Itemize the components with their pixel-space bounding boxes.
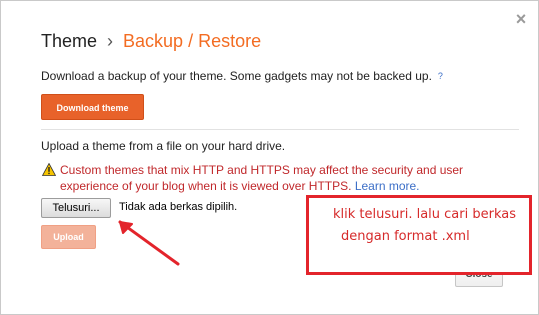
download-description-text: Download a backup of your theme. Some ga… (41, 69, 432, 83)
annotation-box: klik telusuri. lalu cari berkas dengan f… (306, 195, 532, 275)
download-theme-button[interactable]: Download theme (41, 94, 144, 120)
annotation-line-2: dengan format .xml (341, 229, 470, 244)
breadcrumb-theme[interactable]: Theme (41, 31, 97, 51)
breadcrumb: Theme › Backup / Restore (41, 31, 261, 52)
section-divider (41, 129, 519, 130)
download-description: Download a backup of your theme. Some ga… (41, 69, 443, 83)
annotation-line-1: klik telusuri. lalu cari berkas (333, 207, 516, 222)
browse-file-button[interactable]: Telusuri... (41, 198, 111, 218)
https-warning: Custom themes that mix HTTP and HTTPS ma… (60, 162, 500, 194)
file-status: Tidak ada berkas dipilih. (119, 201, 238, 213)
upload-description: Upload a theme from a file on your hard … (41, 139, 286, 153)
breadcrumb-separator: › (107, 31, 114, 51)
learn-more-link[interactable]: Learn more. (355, 179, 420, 193)
upload-button[interactable]: Upload (41, 225, 96, 249)
warning-triangle-icon (42, 163, 56, 176)
help-icon[interactable]: ? (438, 71, 443, 81)
close-icon[interactable]: × (513, 10, 529, 28)
breadcrumb-current: Backup / Restore (123, 31, 262, 51)
